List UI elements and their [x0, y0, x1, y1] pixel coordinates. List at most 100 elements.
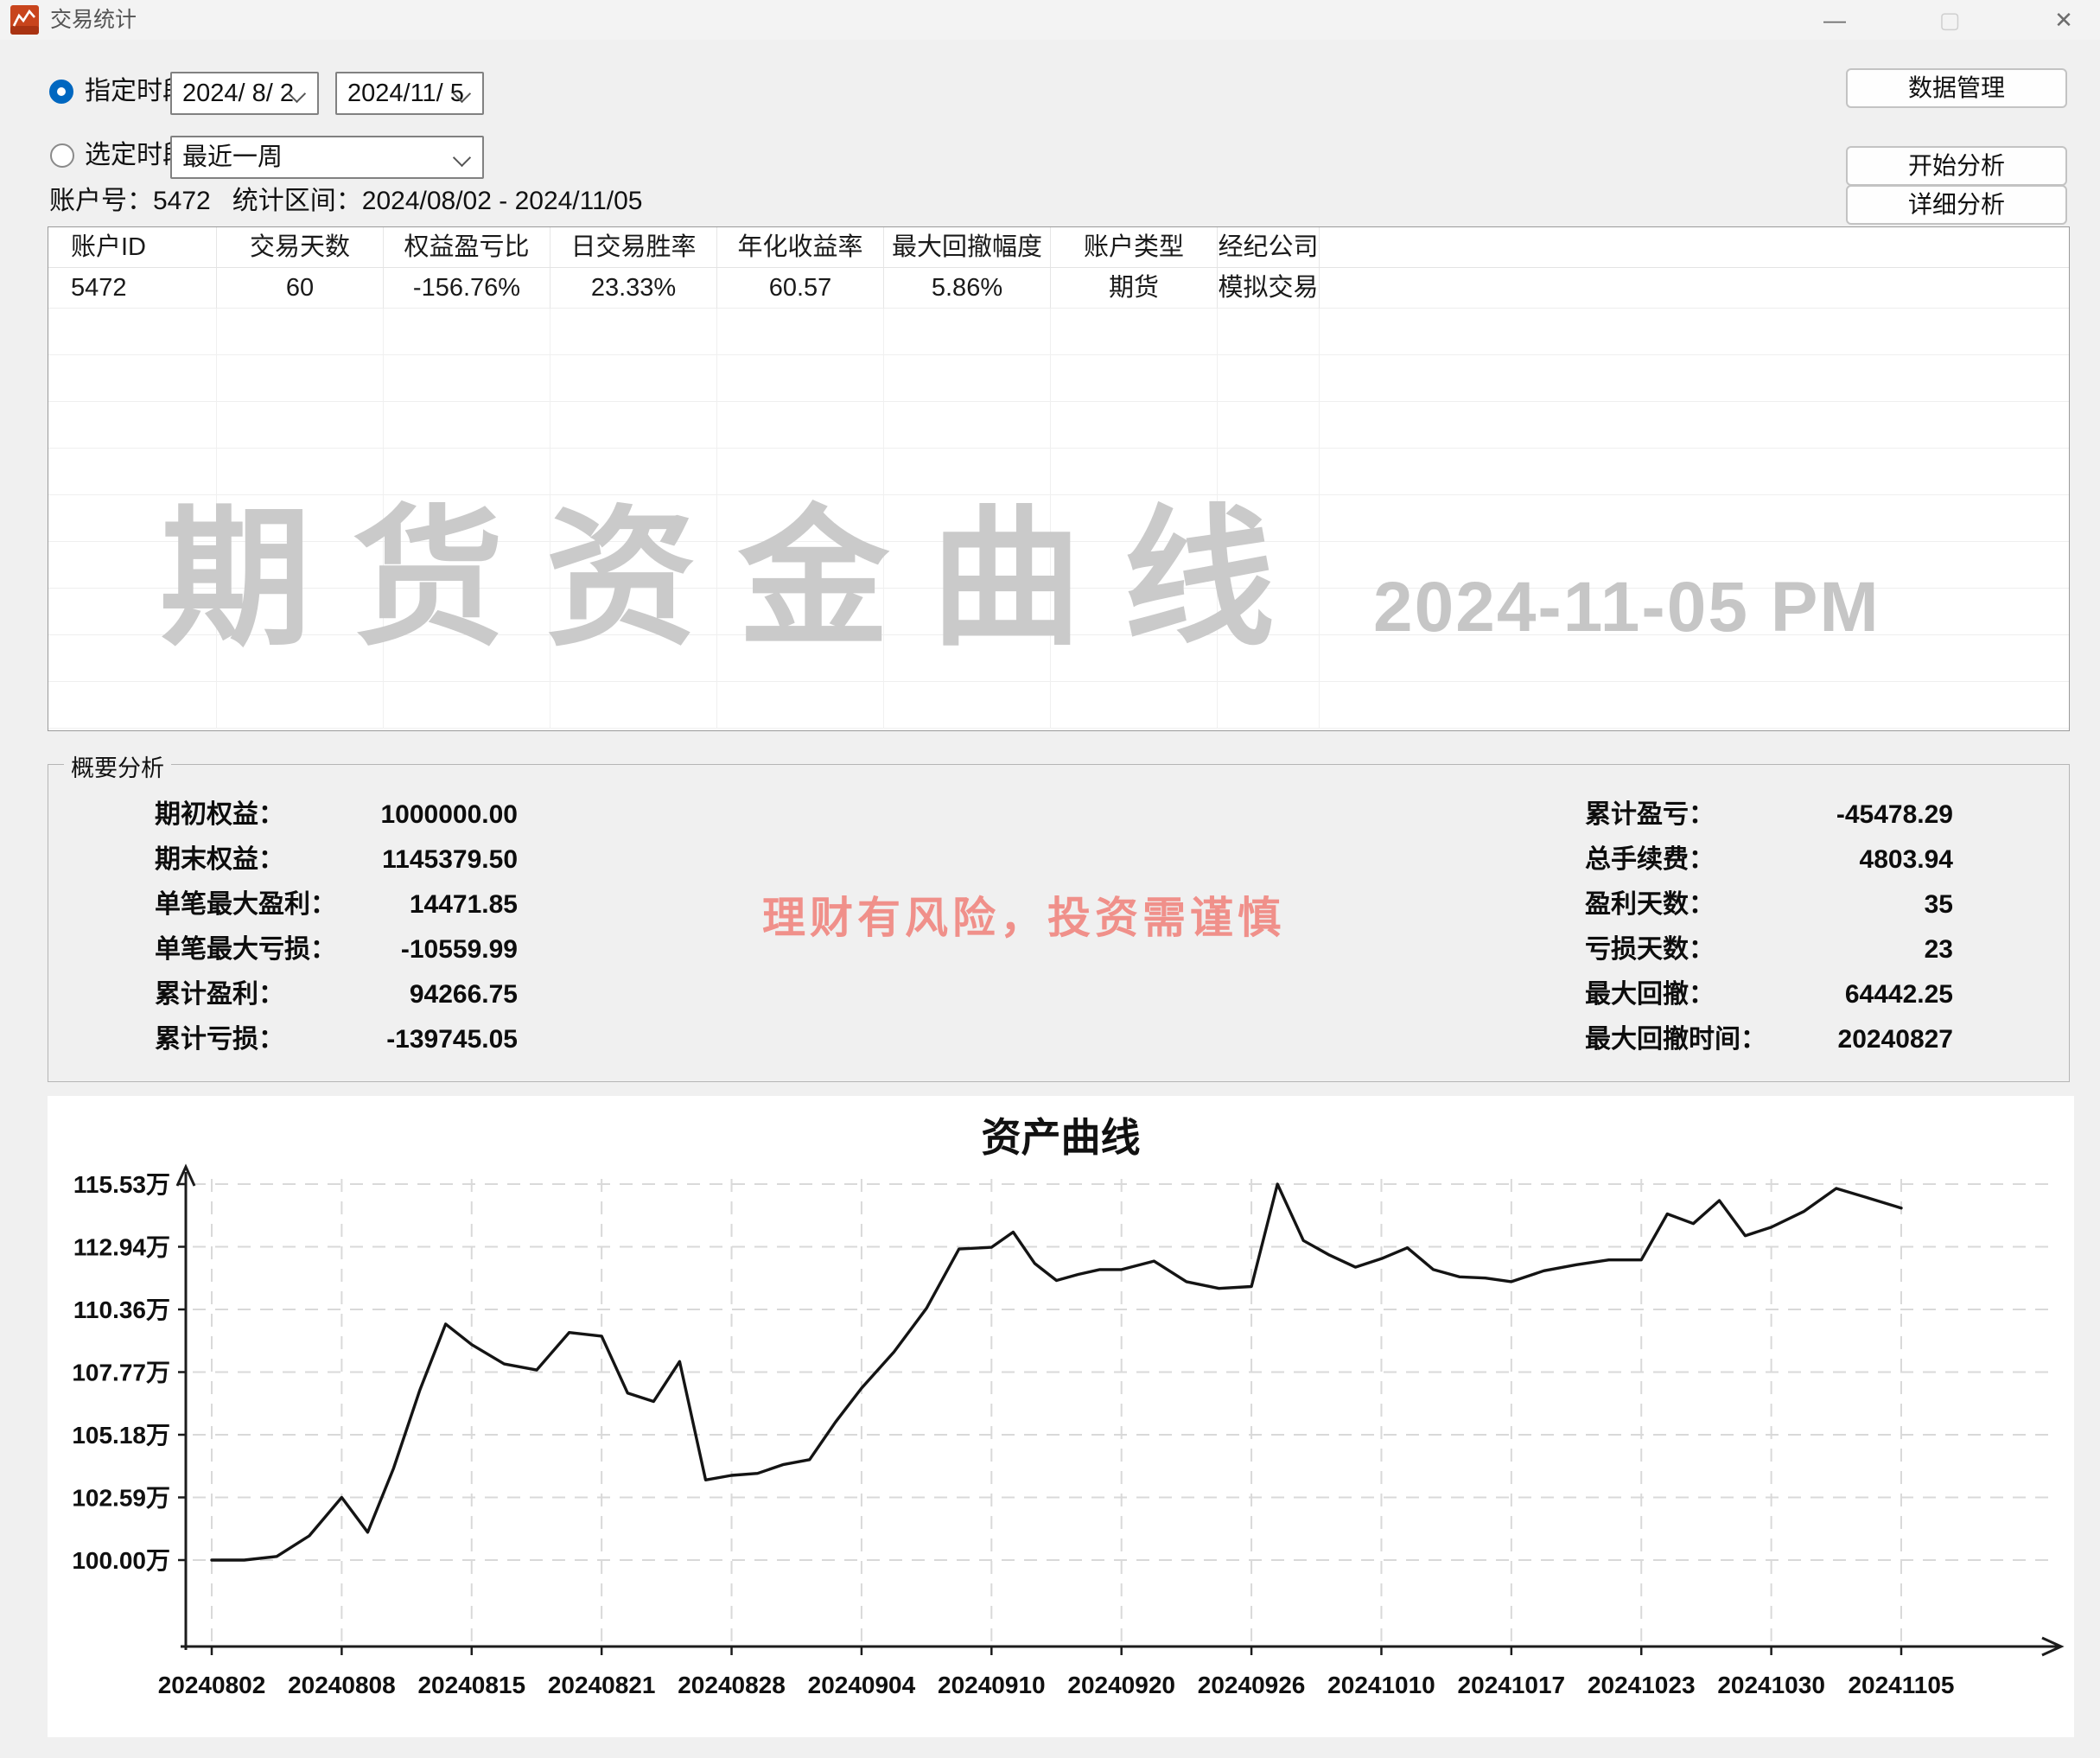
y-axis-label: 107.77万 — [72, 1360, 170, 1386]
summary-row: 盈利天数：35 — [1585, 882, 1953, 927]
range-value: 2024/08/02 - 2024/11/05 — [362, 187, 643, 215]
table-row[interactable]: 547260-156.76%23.33%60.575.86%期货模拟交易 — [48, 268, 2069, 309]
x-axis-label: 20240815 — [417, 1672, 525, 1698]
summary-row: 最大回撤时间：20240827 — [1585, 1017, 1953, 1062]
summary-right-column: 累计盈亏：-45478.29总手续费： 4803.94盈利天数：35亏损天数： 23… — [1585, 793, 1953, 1062]
summary-value: -45478.29 — [1836, 793, 1953, 838]
y-axis-label: 115.53万 — [73, 1171, 170, 1198]
summary-label: 累计盈利： — [155, 972, 284, 1017]
empty-table-row — [48, 682, 2069, 729]
preset-period-value: 最近一周 — [182, 137, 283, 177]
summary-value: 23 — [1925, 927, 1953, 972]
close-button[interactable]: ✕ — [2024, 0, 2100, 40]
empty-table-row — [48, 309, 2069, 355]
empty-table-row — [48, 402, 2069, 449]
column-header[interactable]: 年化收益率 — [717, 227, 884, 268]
summary-row: 最大回撤： 64442.25 — [1585, 972, 1953, 1017]
summary-value: 94266.75 — [410, 972, 518, 1017]
table-body: 547260-156.76%23.33%60.575.86%期货模拟交易 — [48, 268, 2069, 729]
account-label: 账户号： — [49, 187, 153, 215]
x-axis-label: 20240808 — [288, 1672, 396, 1698]
date-from-picker[interactable]: 2024/ 8/ 2 — [170, 72, 319, 115]
x-axis-label: 20240910 — [938, 1672, 1046, 1698]
app-chart-icon — [10, 5, 39, 35]
summary-row: 亏损天数： 23 — [1585, 927, 1953, 972]
summary-label: 累计亏损： — [155, 1017, 284, 1062]
summary-left-column: 期初权益： 1000000.00 期末权益： 1145379.50单笔最大盈利：144… — [155, 793, 518, 1062]
empty-table-row — [48, 449, 2069, 495]
radio-preset-period[interactable] — [50, 143, 74, 168]
x-axis-label: 20241023 — [1588, 1672, 1696, 1698]
x-axis-label: 20240920 — [1067, 1672, 1175, 1698]
table-cell: -156.76% — [384, 268, 550, 309]
column-header[interactable]: 账户ID — [48, 227, 217, 268]
y-axis-label: 102.59万 — [72, 1485, 170, 1512]
y-axis-label: 105.18万 — [72, 1422, 170, 1449]
start-analysis-button[interactable]: 开始分析 — [1846, 146, 2067, 186]
column-header-filler — [1320, 227, 2069, 268]
table-cell: 60 — [217, 268, 384, 309]
x-axis-label: 20240828 — [678, 1672, 786, 1698]
column-header[interactable]: 最大回撤幅度 — [884, 227, 1051, 268]
summary-value: -10559.99 — [401, 927, 518, 972]
empty-table-row — [48, 589, 2069, 635]
summary-title: 概要分析 — [64, 749, 171, 783]
empty-table-row — [48, 355, 2069, 402]
chevron-down-icon — [453, 149, 471, 167]
summary-value: 35 — [1925, 882, 1953, 927]
column-header[interactable]: 权益盈亏比 — [384, 227, 550, 268]
data-manage-button[interactable]: 数据管理 — [1846, 68, 2067, 108]
minimize-button[interactable]: — — [1795, 0, 1874, 40]
summary-label: 单笔最大亏损： — [155, 927, 336, 972]
summary-row: 累计亏损： -139745.05 — [155, 1017, 518, 1062]
date-to-picker[interactable]: 2024/11/ 5 — [335, 72, 484, 115]
summary-value: 64442.25 — [1845, 972, 1953, 1017]
x-axis-label: 20240821 — [548, 1672, 656, 1698]
summary-row: 累计盈亏：-45478.29 — [1585, 793, 1953, 838]
summary-row: 单笔最大亏损： -10559.99 — [155, 927, 518, 972]
column-header[interactable]: 账户类型 — [1051, 227, 1218, 268]
account-range-line: 账户号：5472 统计区间：2024/08/02 - 2024/11/05 — [49, 183, 643, 220]
summary-label: 总手续费： — [1585, 838, 1715, 882]
table-header-row[interactable]: 账户ID交易天数权益盈亏比日交易胜率年化收益率最大回撤幅度账户类型经纪公司 — [48, 227, 2069, 268]
asset-curve-chart: 100.00万102.59万105.18万107.77万110.36万112.9… — [48, 1156, 2074, 1737]
maximize-button[interactable]: ▢ — [1910, 0, 1989, 40]
table-cell: 5.86% — [884, 268, 1051, 309]
account-table: 账户ID交易天数权益盈亏比日交易胜率年化收益率最大回撤幅度账户类型经纪公司 54… — [48, 226, 2070, 731]
summary-label: 期初权益： — [155, 793, 284, 838]
summary-row: 单笔最大盈利：14471.85 — [155, 882, 518, 927]
date-to-value: 2024/11/ 5 — [347, 73, 464, 113]
summary-groupbox: 概要分析 期初权益：1000000.00期末权益：1145379.50单笔最大盈… — [48, 764, 2070, 1082]
summary-label: 期末权益： — [155, 838, 284, 882]
summary-row: 总手续费： 4803.94 — [1585, 838, 1953, 882]
range-label: 统计区间： — [232, 187, 362, 215]
empty-table-row — [48, 495, 2069, 542]
date-from-value: 2024/ 8/ 2 — [182, 73, 294, 113]
summary-row: 期初权益： 1000000.00 — [155, 793, 518, 838]
summary-label: 最大回撤时间： — [1585, 1017, 1766, 1062]
window-title: 交易统计 — [50, 0, 137, 40]
column-header[interactable]: 经纪公司 — [1218, 227, 1320, 268]
summary-value: 1145379.50 — [382, 838, 518, 882]
summary-value: 4803.94 — [1860, 838, 1953, 882]
column-header[interactable]: 日交易胜率 — [550, 227, 717, 268]
table-cell: 23.33% — [550, 268, 717, 309]
summary-label: 最大回撤： — [1585, 972, 1715, 1017]
summary-label: 亏损天数： — [1585, 927, 1715, 972]
column-header[interactable]: 交易天数 — [217, 227, 384, 268]
summary-value: 1000000.00 — [381, 793, 519, 838]
summary-value: -139745.05 — [386, 1017, 518, 1062]
x-axis-label: 20241030 — [1717, 1672, 1825, 1698]
summary-row: 期末权益： 1145379.50 — [155, 838, 518, 882]
table-cell: 60.57 — [717, 268, 884, 309]
y-axis-label: 110.36万 — [73, 1296, 170, 1323]
account-value: 5472 — [153, 187, 211, 215]
preset-period-select[interactable]: 最近一周 — [170, 136, 484, 179]
trading-statistics-window: 交易统计 — ▢ ✕ 指定时段： 2024/ 8/ 2 2024/11/ 5 数… — [0, 0, 2100, 1758]
y-axis-label: 112.94万 — [73, 1234, 170, 1261]
radio-specified-period[interactable] — [49, 80, 73, 104]
table-cell: 期货 — [1051, 268, 1218, 309]
table-cell: 5472 — [48, 268, 217, 309]
detail-analysis-button[interactable]: 详细分析 — [1846, 185, 2067, 225]
x-axis-label: 20241105 — [1848, 1672, 1954, 1698]
